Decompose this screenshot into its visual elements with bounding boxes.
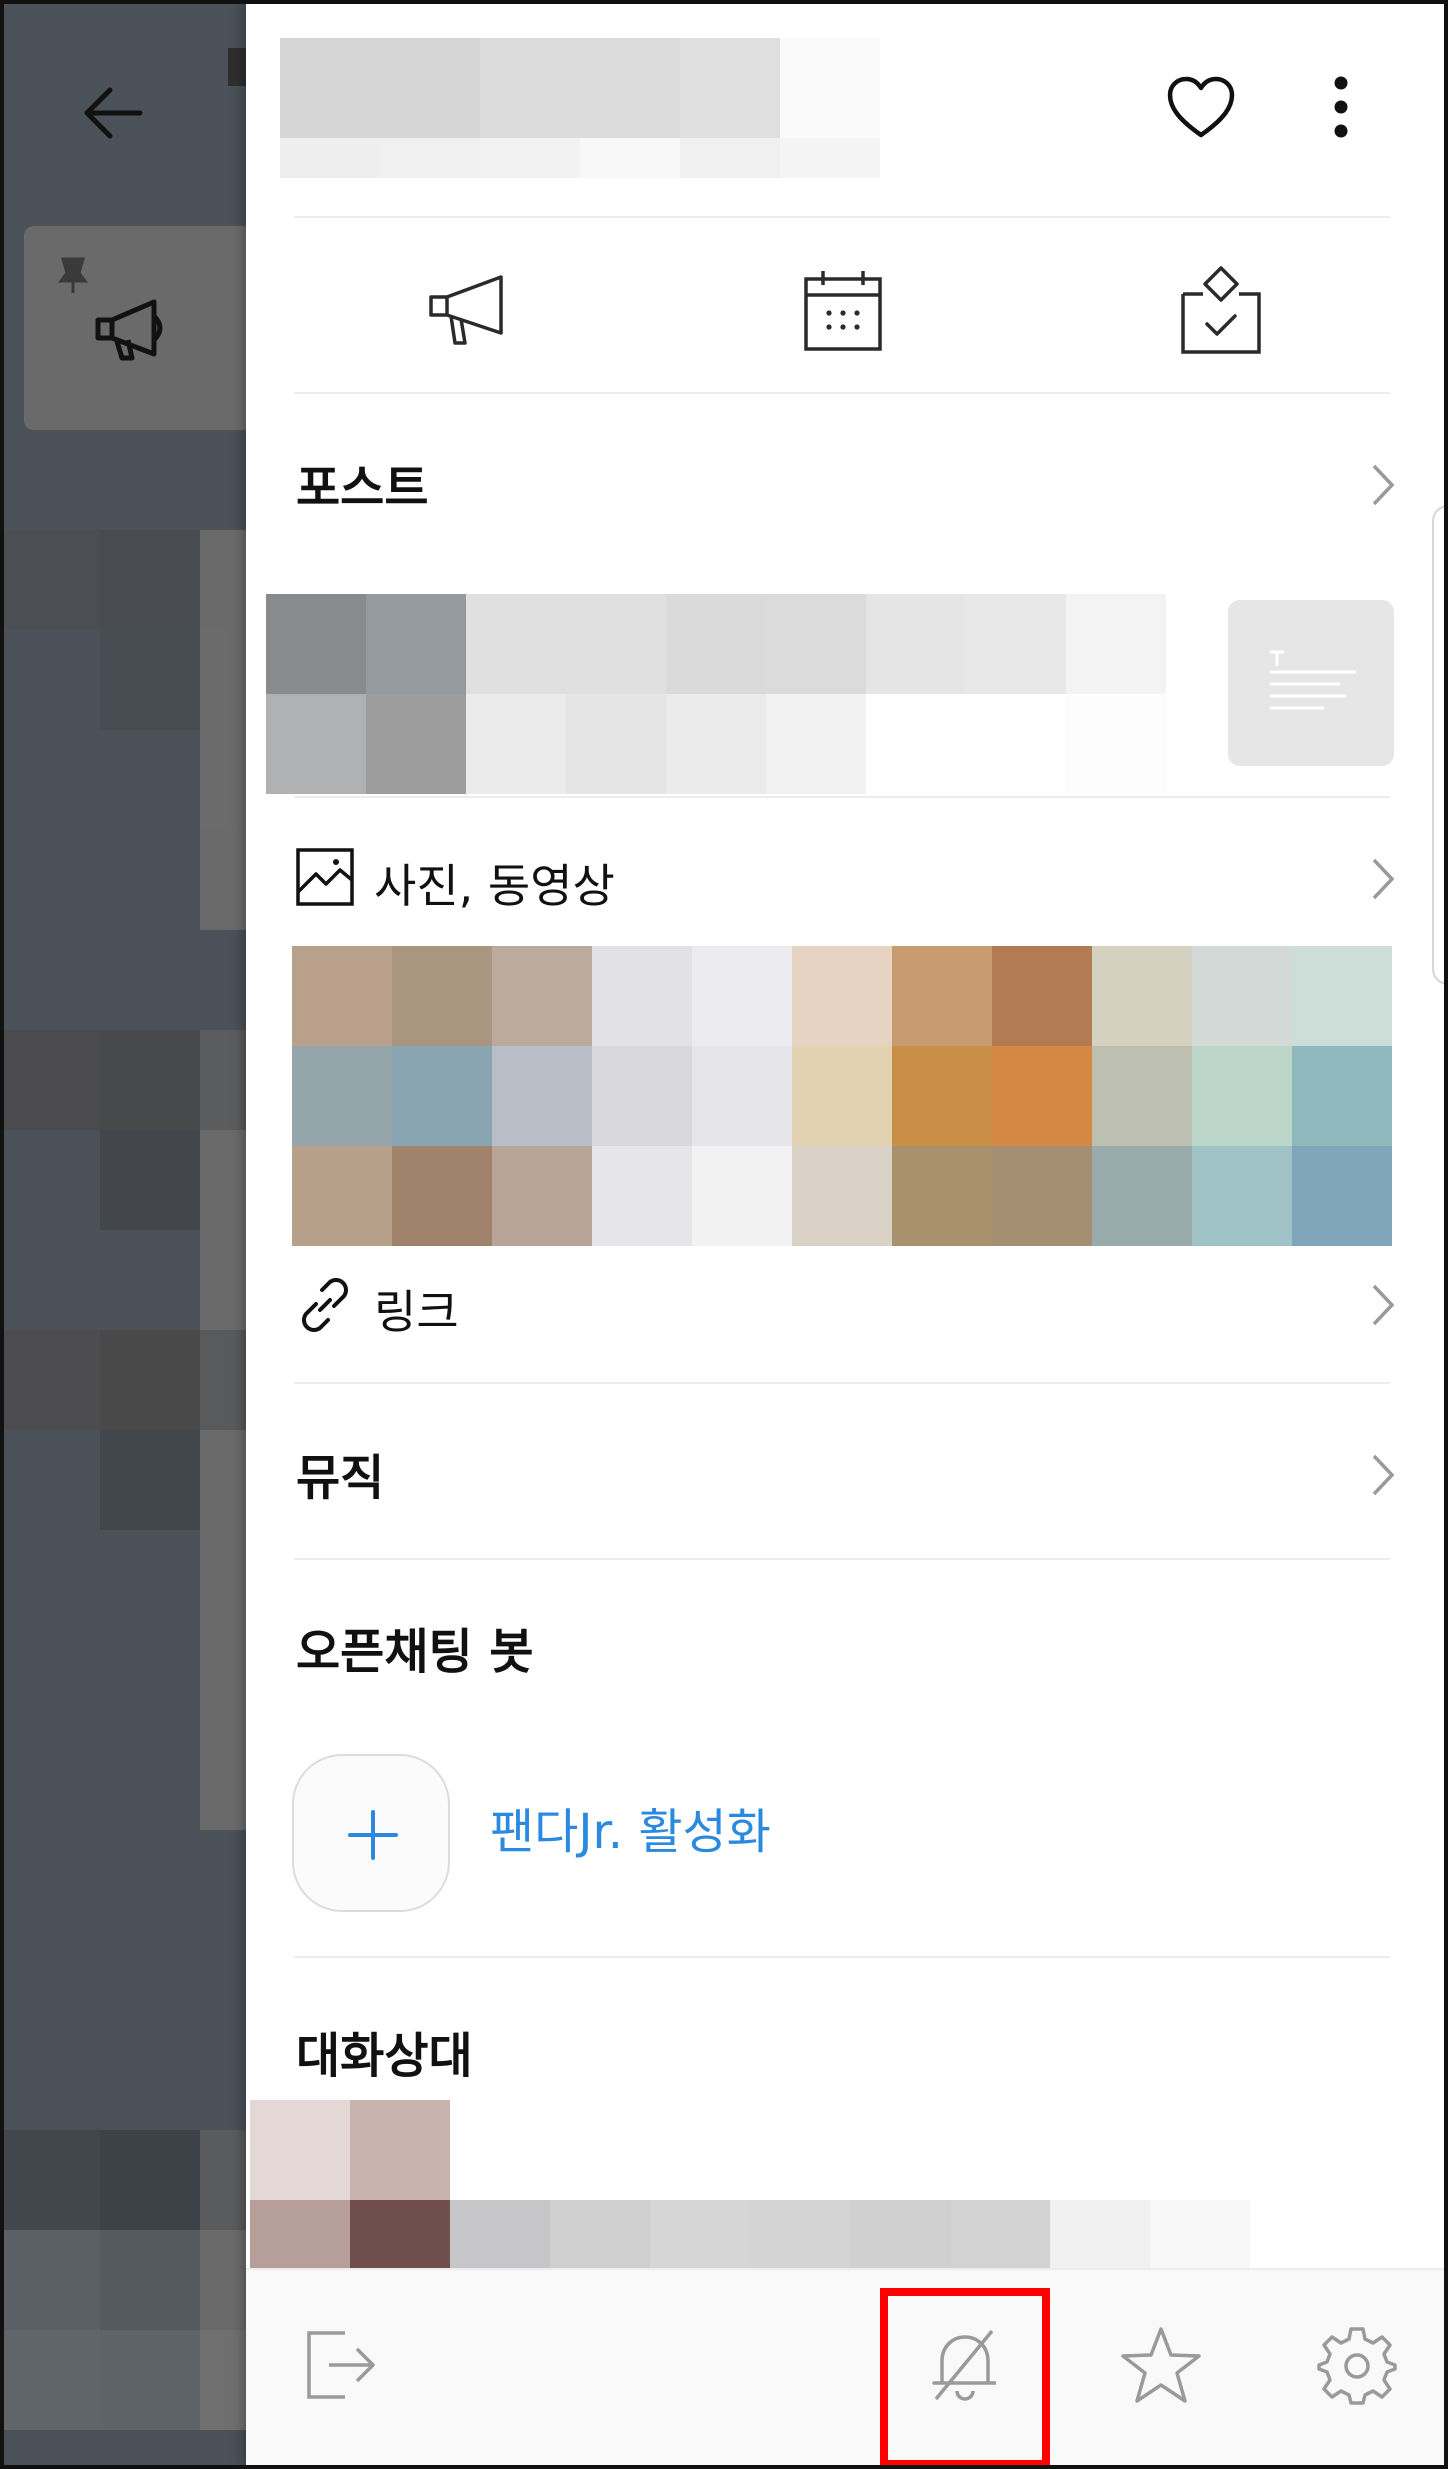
- link-icon: [302, 1278, 348, 1332]
- activate-bot-link[interactable]: 팬다Jr. 활성화: [490, 1792, 771, 1862]
- divider: [294, 216, 1390, 218]
- background-chat-room: [0, 0, 246, 2469]
- chat-room-drawer: 포스트 사진, 동영상 링크 뮤직 오픈채팅 봇 팬다Jr. 활성화 대화상대: [246, 0, 1448, 2469]
- exit-icon: [307, 2331, 375, 2399]
- plus-icon: [348, 1810, 398, 1860]
- calendar-icon: [804, 271, 882, 351]
- chevron-right-icon: [1372, 464, 1395, 506]
- favorite-room-button[interactable]: [1106, 2310, 1216, 2420]
- divider: [294, 1558, 1390, 1560]
- link-section-label: 링크: [374, 1285, 459, 1339]
- mute-button-highlight: [880, 2288, 1050, 2468]
- divider: [294, 796, 1390, 798]
- chevron-right-icon: [1372, 1284, 1395, 1326]
- media-thumbnails-blurred[interactable]: [292, 946, 1392, 1246]
- calendar-shortcut-button[interactable]: [768, 250, 918, 370]
- music-section-title: 뮤직: [296, 1450, 385, 1506]
- megaphone-icon: [429, 275, 503, 345]
- image-icon: [296, 848, 354, 906]
- leave-chat-button[interactable]: [286, 2310, 396, 2420]
- add-bot-button[interactable]: [292, 1754, 450, 1912]
- openchat-bot-title: 오픈채팅 봇: [296, 1624, 534, 1680]
- pin-icon: [58, 257, 88, 293]
- more-vertical-icon: [1334, 76, 1348, 138]
- chevron-right-icon: [1372, 858, 1395, 900]
- chevron-right-icon: [1372, 1454, 1395, 1496]
- favorite-button[interactable]: [1156, 62, 1246, 152]
- participants-title: 대화상대: [296, 2028, 473, 2084]
- post-section-title: 포스트: [296, 460, 429, 516]
- star-icon: [1121, 2327, 1201, 2403]
- gear-icon: [1317, 2327, 1397, 2405]
- vote-box-icon: [1181, 266, 1261, 354]
- media-section-label: 사진, 동영상: [374, 859, 615, 913]
- megaphone-icon: [95, 299, 163, 361]
- room-name-blurred: [280, 38, 880, 178]
- vote-shortcut-button[interactable]: [1146, 250, 1296, 370]
- divider: [294, 1382, 1390, 1384]
- post-section-row[interactable]: 포스트: [246, 420, 1448, 550]
- participants-list-blurred[interactable]: [250, 2100, 1250, 2268]
- link-section-row[interactable]: 링크: [246, 1254, 1448, 1354]
- post-thumbnail[interactable]: [1228, 600, 1394, 766]
- bottom-toolbar: [246, 2268, 1448, 2469]
- post-preview-blurred[interactable]: [266, 594, 1266, 794]
- chat-title-fragment: [228, 48, 246, 86]
- back-arrow-icon: [84, 87, 143, 139]
- heart-icon: [1167, 76, 1235, 138]
- notice-shortcut-button[interactable]: [392, 250, 542, 370]
- text-post-icon: [1270, 650, 1356, 710]
- settings-button[interactable]: [1302, 2310, 1412, 2420]
- divider: [294, 392, 1390, 394]
- music-section-row[interactable]: 뮤직: [246, 1410, 1448, 1540]
- divider: [294, 1956, 1390, 1958]
- drawer-edge-handle: [1432, 505, 1448, 985]
- more-options-button[interactable]: [1306, 62, 1376, 152]
- media-section-row[interactable]: 사진, 동영상: [246, 830, 1448, 930]
